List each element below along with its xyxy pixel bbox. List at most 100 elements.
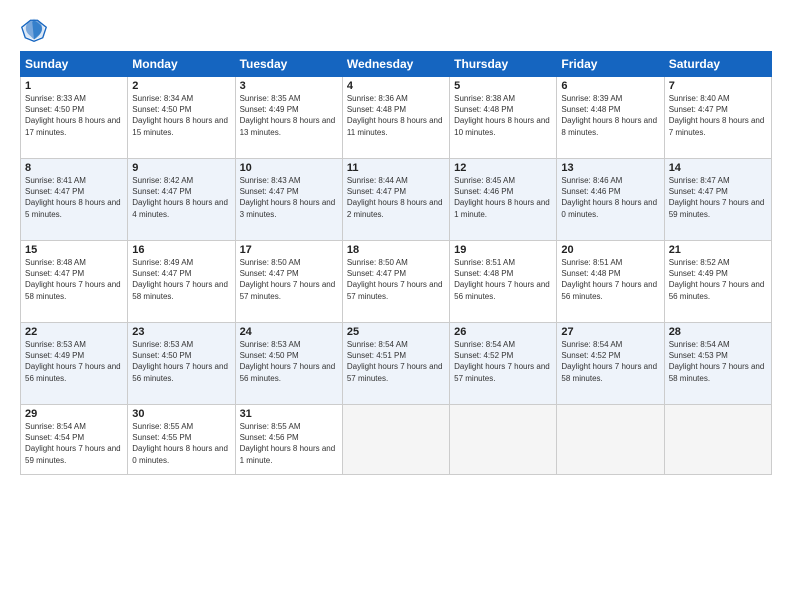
calendar-cell: 5Sunrise: 8:38 AMSunset: 4:48 PMDaylight… bbox=[450, 77, 557, 159]
day-number: 26 bbox=[454, 326, 552, 338]
day-number: 6 bbox=[561, 80, 659, 92]
day-info: Sunrise: 8:55 AMSunset: 4:56 PMDaylight … bbox=[240, 421, 338, 466]
day-number: 14 bbox=[669, 162, 767, 174]
day-number: 4 bbox=[347, 80, 445, 92]
day-info: Sunrise: 8:50 AMSunset: 4:47 PMDaylight … bbox=[240, 257, 338, 302]
calendar-cell bbox=[557, 405, 664, 475]
day-info: Sunrise: 8:33 AMSunset: 4:50 PMDaylight … bbox=[25, 93, 123, 138]
calendar-cell: 18Sunrise: 8:50 AMSunset: 4:47 PMDayligh… bbox=[342, 241, 449, 323]
calendar-cell: 25Sunrise: 8:54 AMSunset: 4:51 PMDayligh… bbox=[342, 323, 449, 405]
day-number: 11 bbox=[347, 162, 445, 174]
header-wednesday: Wednesday bbox=[342, 52, 449, 77]
day-info: Sunrise: 8:54 AMSunset: 4:54 PMDaylight … bbox=[25, 421, 123, 466]
header-friday: Friday bbox=[557, 52, 664, 77]
day-info: Sunrise: 8:55 AMSunset: 4:55 PMDaylight … bbox=[132, 421, 230, 466]
day-number: 7 bbox=[669, 80, 767, 92]
day-info: Sunrise: 8:47 AMSunset: 4:47 PMDaylight … bbox=[669, 175, 767, 220]
day-info: Sunrise: 8:43 AMSunset: 4:47 PMDaylight … bbox=[240, 175, 338, 220]
day-info: Sunrise: 8:54 AMSunset: 4:53 PMDaylight … bbox=[669, 339, 767, 384]
day-number: 23 bbox=[132, 326, 230, 338]
calendar-row: 1Sunrise: 8:33 AMSunset: 4:50 PMDaylight… bbox=[21, 77, 772, 159]
calendar-cell: 1Sunrise: 8:33 AMSunset: 4:50 PMDaylight… bbox=[21, 77, 128, 159]
calendar-cell: 24Sunrise: 8:53 AMSunset: 4:50 PMDayligh… bbox=[235, 323, 342, 405]
day-number: 18 bbox=[347, 244, 445, 256]
calendar-cell: 12Sunrise: 8:45 AMSunset: 4:46 PMDayligh… bbox=[450, 159, 557, 241]
day-number: 29 bbox=[25, 408, 123, 420]
day-number: 27 bbox=[561, 326, 659, 338]
day-info: Sunrise: 8:54 AMSunset: 4:51 PMDaylight … bbox=[347, 339, 445, 384]
calendar-row: 22Sunrise: 8:53 AMSunset: 4:49 PMDayligh… bbox=[21, 323, 772, 405]
day-info: Sunrise: 8:54 AMSunset: 4:52 PMDaylight … bbox=[454, 339, 552, 384]
day-info: Sunrise: 8:54 AMSunset: 4:52 PMDaylight … bbox=[561, 339, 659, 384]
header-tuesday: Tuesday bbox=[235, 52, 342, 77]
calendar-cell: 26Sunrise: 8:54 AMSunset: 4:52 PMDayligh… bbox=[450, 323, 557, 405]
day-number: 10 bbox=[240, 162, 338, 174]
day-info: Sunrise: 8:40 AMSunset: 4:47 PMDaylight … bbox=[669, 93, 767, 138]
calendar-cell: 22Sunrise: 8:53 AMSunset: 4:49 PMDayligh… bbox=[21, 323, 128, 405]
day-info: Sunrise: 8:46 AMSunset: 4:46 PMDaylight … bbox=[561, 175, 659, 220]
calendar-cell: 21Sunrise: 8:52 AMSunset: 4:49 PMDayligh… bbox=[664, 241, 771, 323]
calendar-cell: 2Sunrise: 8:34 AMSunset: 4:50 PMDaylight… bbox=[128, 77, 235, 159]
day-info: Sunrise: 8:52 AMSunset: 4:49 PMDaylight … bbox=[669, 257, 767, 302]
day-number: 21 bbox=[669, 244, 767, 256]
day-number: 30 bbox=[132, 408, 230, 420]
calendar-cell bbox=[664, 405, 771, 475]
day-number: 15 bbox=[25, 244, 123, 256]
calendar-row: 15Sunrise: 8:48 AMSunset: 4:47 PMDayligh… bbox=[21, 241, 772, 323]
day-info: Sunrise: 8:53 AMSunset: 4:50 PMDaylight … bbox=[240, 339, 338, 384]
day-info: Sunrise: 8:41 AMSunset: 4:47 PMDaylight … bbox=[25, 175, 123, 220]
calendar-cell: 28Sunrise: 8:54 AMSunset: 4:53 PMDayligh… bbox=[664, 323, 771, 405]
day-info: Sunrise: 8:51 AMSunset: 4:48 PMDaylight … bbox=[454, 257, 552, 302]
calendar-page: Sunday Monday Tuesday Wednesday Thursday… bbox=[0, 0, 792, 612]
calendar-cell: 10Sunrise: 8:43 AMSunset: 4:47 PMDayligh… bbox=[235, 159, 342, 241]
day-info: Sunrise: 8:50 AMSunset: 4:47 PMDaylight … bbox=[347, 257, 445, 302]
day-info: Sunrise: 8:44 AMSunset: 4:47 PMDaylight … bbox=[347, 175, 445, 220]
calendar-cell: 13Sunrise: 8:46 AMSunset: 4:46 PMDayligh… bbox=[557, 159, 664, 241]
day-number: 3 bbox=[240, 80, 338, 92]
header-monday: Monday bbox=[128, 52, 235, 77]
day-number: 28 bbox=[669, 326, 767, 338]
day-info: Sunrise: 8:48 AMSunset: 4:47 PMDaylight … bbox=[25, 257, 123, 302]
day-number: 5 bbox=[454, 80, 552, 92]
calendar-cell: 15Sunrise: 8:48 AMSunset: 4:47 PMDayligh… bbox=[21, 241, 128, 323]
day-number: 22 bbox=[25, 326, 123, 338]
day-number: 17 bbox=[240, 244, 338, 256]
day-number: 31 bbox=[240, 408, 338, 420]
header-sunday: Sunday bbox=[21, 52, 128, 77]
calendar-cell bbox=[450, 405, 557, 475]
calendar-cell: 17Sunrise: 8:50 AMSunset: 4:47 PMDayligh… bbox=[235, 241, 342, 323]
calendar-cell: 6Sunrise: 8:39 AMSunset: 4:48 PMDaylight… bbox=[557, 77, 664, 159]
day-number: 16 bbox=[132, 244, 230, 256]
calendar-cell bbox=[342, 405, 449, 475]
day-number: 8 bbox=[25, 162, 123, 174]
calendar-cell: 3Sunrise: 8:35 AMSunset: 4:49 PMDaylight… bbox=[235, 77, 342, 159]
calendar-cell: 31Sunrise: 8:55 AMSunset: 4:56 PMDayligh… bbox=[235, 405, 342, 475]
day-info: Sunrise: 8:36 AMSunset: 4:48 PMDaylight … bbox=[347, 93, 445, 138]
calendar-cell: 29Sunrise: 8:54 AMSunset: 4:54 PMDayligh… bbox=[21, 405, 128, 475]
logo bbox=[20, 15, 52, 43]
day-info: Sunrise: 8:38 AMSunset: 4:48 PMDaylight … bbox=[454, 93, 552, 138]
calendar-cell: 9Sunrise: 8:42 AMSunset: 4:47 PMDaylight… bbox=[128, 159, 235, 241]
calendar-row: 29Sunrise: 8:54 AMSunset: 4:54 PMDayligh… bbox=[21, 405, 772, 475]
calendar-cell: 14Sunrise: 8:47 AMSunset: 4:47 PMDayligh… bbox=[664, 159, 771, 241]
day-info: Sunrise: 8:42 AMSunset: 4:47 PMDaylight … bbox=[132, 175, 230, 220]
day-number: 13 bbox=[561, 162, 659, 174]
day-number: 12 bbox=[454, 162, 552, 174]
logo-icon bbox=[20, 15, 48, 43]
calendar-cell: 20Sunrise: 8:51 AMSunset: 4:48 PMDayligh… bbox=[557, 241, 664, 323]
day-number: 24 bbox=[240, 326, 338, 338]
calendar-cell: 8Sunrise: 8:41 AMSunset: 4:47 PMDaylight… bbox=[21, 159, 128, 241]
day-number: 9 bbox=[132, 162, 230, 174]
calendar-table: Sunday Monday Tuesday Wednesday Thursday… bbox=[20, 51, 772, 475]
calendar-cell: 19Sunrise: 8:51 AMSunset: 4:48 PMDayligh… bbox=[450, 241, 557, 323]
day-info: Sunrise: 8:53 AMSunset: 4:49 PMDaylight … bbox=[25, 339, 123, 384]
calendar-cell: 30Sunrise: 8:55 AMSunset: 4:55 PMDayligh… bbox=[128, 405, 235, 475]
day-info: Sunrise: 8:35 AMSunset: 4:49 PMDaylight … bbox=[240, 93, 338, 138]
weekday-header-row: Sunday Monday Tuesday Wednesday Thursday… bbox=[21, 52, 772, 77]
day-number: 19 bbox=[454, 244, 552, 256]
calendar-cell: 11Sunrise: 8:44 AMSunset: 4:47 PMDayligh… bbox=[342, 159, 449, 241]
day-info: Sunrise: 8:39 AMSunset: 4:48 PMDaylight … bbox=[561, 93, 659, 138]
day-number: 20 bbox=[561, 244, 659, 256]
calendar-cell: 16Sunrise: 8:49 AMSunset: 4:47 PMDayligh… bbox=[128, 241, 235, 323]
calendar-cell: 23Sunrise: 8:53 AMSunset: 4:50 PMDayligh… bbox=[128, 323, 235, 405]
